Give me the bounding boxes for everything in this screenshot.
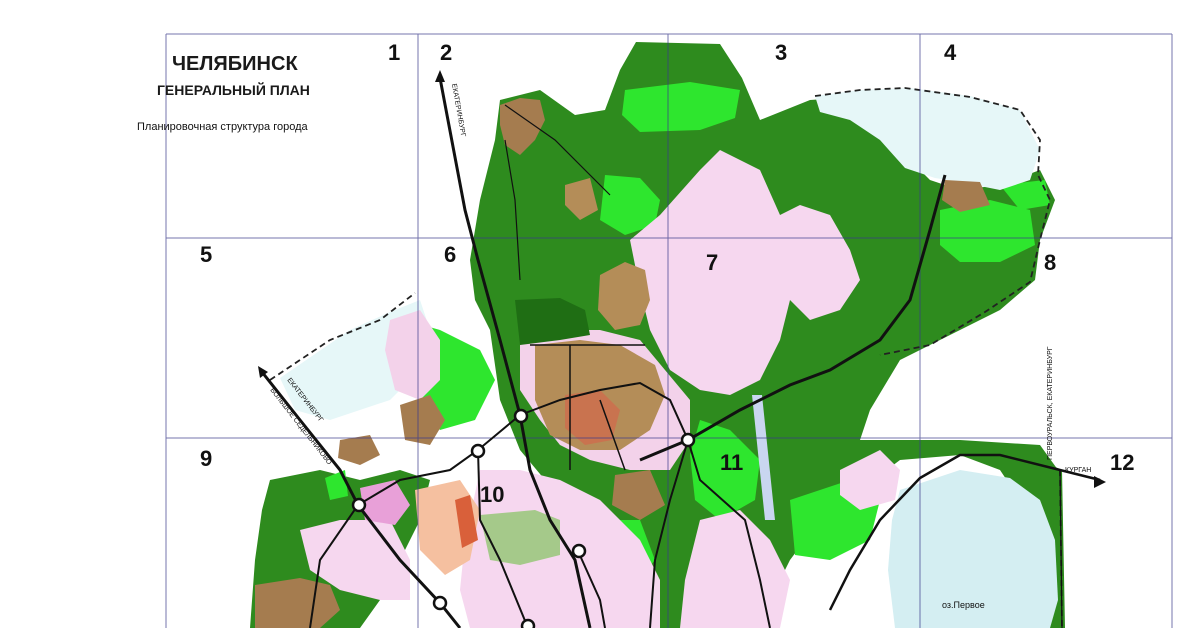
label-kurgan: КУРГАН xyxy=(1065,467,1091,474)
interchange-1 xyxy=(513,408,529,424)
cell-label-6: 6 xyxy=(444,242,456,267)
brown-west-2 xyxy=(338,435,380,465)
cell-label-7: 7 xyxy=(706,250,718,275)
cell-label-9: 9 xyxy=(200,446,212,471)
map-subtitle: ГЕНЕРАЛЬНЫЙ ПЛАН xyxy=(157,81,310,98)
interchange-4 xyxy=(351,497,367,513)
cell-label-4: 4 xyxy=(944,40,957,65)
interchange-7 xyxy=(520,618,536,628)
cell-label-5: 5 xyxy=(200,242,212,267)
arrow-east-icon xyxy=(1094,476,1106,488)
arrow-north-icon xyxy=(435,70,445,82)
cell-label-11: 11 xyxy=(720,450,743,475)
cell-label-3: 3 xyxy=(775,40,787,65)
interchange-5 xyxy=(571,543,587,559)
cell-label-10: 10 xyxy=(480,482,504,507)
map-caption: Планировочная структура города xyxy=(137,121,309,133)
brown-southwest xyxy=(255,578,340,628)
city-map: ЧЕЛЯБИНСК ГЕНЕРАЛЬНЫЙ ПЛАН Планировочная… xyxy=(137,33,1173,628)
cell-label-1: 1 xyxy=(388,40,400,65)
label-pervouralsk: ПЕРВОУРАЛЬСК, ЕКАТЕРИНБУРГ xyxy=(1047,346,1054,460)
cell-label-2: 2 xyxy=(440,40,452,65)
interchange-2 xyxy=(680,432,696,448)
title-block: ЧЕЛЯБИНСК ГЕНЕРАЛЬНЫЙ ПЛАН Планировочная… xyxy=(137,53,310,133)
label-ekaterinburg-north: ЕКАТЕРИНБУРГ xyxy=(450,83,466,138)
cell-label-8: 8 xyxy=(1044,250,1056,275)
interchange-6 xyxy=(432,595,448,611)
interchange-3 xyxy=(470,443,486,459)
lake-label: оз.Первое xyxy=(942,600,985,610)
cell-label-12: 12 xyxy=(1110,450,1134,475)
map-title: ЧЕЛЯБИНСК xyxy=(172,53,298,75)
